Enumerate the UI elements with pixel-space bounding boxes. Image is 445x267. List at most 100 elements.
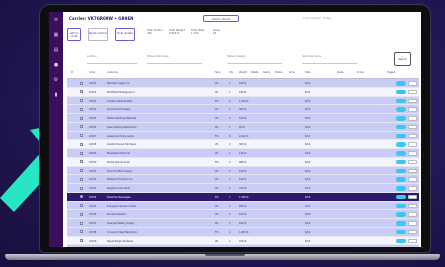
- tagged-toggle[interactable]: [396, 142, 406, 147]
- table-row[interactable]: 10340Oceanview SeafoodLTL1200 lb6/17: [67, 245, 419, 247]
- table-row[interactable]: 10332 Redwood Furniture Co. LTL 3 610 lb 6/15: [67, 175, 419, 184]
- table-row[interactable]: 10326 Apex Medical Distributors LTL 1 95 lb 6…: [67, 122, 419, 132]
- row-checkbox[interactable]: [80, 81, 84, 85]
- table-row[interactable]: 10329 Bluewater Electrical LTL 1 140 lb 6/14: [67, 149, 419, 158]
- column-header[interactable]: Order: [89, 71, 96, 74]
- menu-icon[interactable]: ≡: [49, 16, 63, 25]
- row-action-button[interactable]: [408, 221, 417, 226]
- row-checkbox[interactable]: [80, 169, 84, 173]
- row-checkbox[interactable]: [80, 195, 84, 199]
- row-action-button[interactable]: [408, 151, 417, 156]
- row-checkbox[interactable]: [80, 99, 84, 103]
- search-button[interactable]: ⌕ Search: [394, 52, 411, 66]
- row-action-button[interactable]: [408, 168, 417, 173]
- tagged-toggle[interactable]: [396, 81, 406, 86]
- column-header[interactable]: Qty: [229, 71, 233, 74]
- table-row[interactable]: 10333 Keystone Auto Parts LTL 2 330 lb 6/15: [67, 184, 419, 193]
- row-action-button[interactable]: [408, 229, 417, 235]
- settings-icon[interactable]: ⚙: [49, 76, 63, 85]
- table-row[interactable]: 10323 Cobalt Industrial Parts FTL 6 1,240 lb…: [67, 96, 419, 106]
- column-header[interactable]: Zone: [289, 71, 295, 74]
- row-checkbox[interactable]: [80, 221, 84, 225]
- chart-icon[interactable]: ▮: [49, 91, 63, 100]
- table-row[interactable]: 10338 Ironwood Steel Fabrication FTL 4 1,900…: [67, 227, 419, 237]
- table-row[interactable]: 10328 Granite Tools & Hardware LTL 2 300 lb 6…: [67, 140, 419, 149]
- tagged-toggle[interactable]: [396, 212, 406, 217]
- row-action-button[interactable]: [408, 98, 417, 103]
- row-action-button[interactable]: [408, 89, 417, 95]
- tagged-toggle[interactable]: [396, 177, 406, 182]
- tagged-toggle[interactable]: [396, 151, 406, 156]
- table-row[interactable]: 10324 Sunrise Farm Supply LTL 2 360 lb 6/13: [67, 105, 419, 114]
- column-header[interactable]: Ready: [263, 71, 270, 74]
- tagged-toggle[interactable]: [396, 229, 406, 235]
- column-header[interactable]: #: [71, 71, 73, 74]
- dashboard-icon[interactable]: ▦: [49, 31, 63, 40]
- row-action-button[interactable]: [408, 133, 417, 138]
- table-row[interactable]: 10331 Summit Office Supply LTL 2 220 lb 6/14: [67, 166, 419, 176]
- row-checkbox[interactable]: [80, 134, 84, 138]
- row-checkbox[interactable]: [80, 186, 84, 190]
- column-header[interactable]: Route: [337, 71, 344, 74]
- row-checkbox[interactable]: [80, 204, 84, 208]
- column-header[interactable]: Weight: [239, 71, 247, 74]
- tagged-toggle[interactable]: [396, 98, 406, 103]
- row-action-button[interactable]: [408, 124, 417, 130]
- action-items-button[interactable]: Action Items: [203, 15, 239, 22]
- document-icon[interactable]: ▤: [49, 46, 63, 55]
- row-checkbox[interactable]: [80, 239, 84, 243]
- table-row[interactable]: 10330 Prairie Feed & Grain FTL 5 980 lb 6/14: [67, 157, 419, 167]
- tagged-toggle[interactable]: [396, 107, 406, 112]
- row-action-button[interactable]: [408, 238, 417, 243]
- table-row[interactable]: 10335 Evergreen Garden Center LTL 2 280 lb 6/…: [67, 201, 419, 211]
- tagged-toggle[interactable]: [396, 89, 406, 95]
- route-options-button[interactable]: Route options: [88, 28, 109, 41]
- table-row[interactable]: 10327 Lakeshore Home Goods FTL 8 2,100 lb 6/1…: [67, 131, 419, 141]
- column-header[interactable]: Customer: [107, 71, 118, 74]
- table-row[interactable]: 10322 Northfield Packaging Inc. LTL 1 180 lb…: [67, 87, 419, 97]
- column-header[interactable]: Date: [305, 71, 311, 74]
- column-header[interactable]: Type: [215, 71, 220, 74]
- tagged-toggle[interactable]: [396, 159, 406, 165]
- location-filter[interactable]: Location: [87, 55, 137, 64]
- table-row[interactable]: 10337 Crescent Bakery Supply LTL 2 240 lb 6/1…: [67, 219, 419, 228]
- table-row[interactable]: 10339 Maple Ridge Hardware LTL 2 310 lb 6/16: [67, 236, 419, 246]
- row-checkbox[interactable]: [80, 107, 84, 111]
- tagged-toggle[interactable]: [396, 194, 406, 200]
- customer-name-filter[interactable]: Customer name: [302, 55, 357, 64]
- row-checkbox[interactable]: [80, 151, 84, 155]
- column-header[interactable]: Status: [275, 71, 282, 74]
- row-checkbox[interactable]: [80, 142, 84, 146]
- row-action-button[interactable]: [408, 142, 417, 147]
- row-checkbox[interactable]: [80, 230, 84, 234]
- delivery-region-filter[interactable]: Delivery Region: [227, 55, 282, 64]
- table-row[interactable]: 10321 Meridian Supply Co. LTL 2 420 lb 6/12: [67, 79, 419, 88]
- row-checkbox[interactable]: [80, 212, 84, 216]
- add-to-route-button[interactable]: Add to route: [67, 28, 81, 41]
- row-action-button[interactable]: [408, 186, 417, 191]
- pickup-date-filter[interactable]: Pickup date range: [147, 55, 202, 64]
- tagged-toggle[interactable]: [396, 124, 406, 130]
- row-action-button[interactable]: [408, 81, 417, 86]
- row-action-button[interactable]: [408, 177, 417, 182]
- table-row[interactable]: 10334 Silverline Beverages FTL 7 1,760 lb 6/1…: [67, 192, 419, 202]
- tagged-toggle[interactable]: [396, 221, 406, 226]
- row-checkbox[interactable]: [80, 125, 84, 129]
- bulk-update-button[interactable]: Bulk update: [115, 28, 136, 41]
- row-action-button[interactable]: [408, 159, 417, 165]
- row-checkbox[interactable]: [80, 116, 84, 120]
- row-action-button[interactable]: [408, 116, 417, 121]
- table-row[interactable]: 10325 Harbor Building Materials LTL 3 510 lb…: [67, 114, 419, 123]
- column-header[interactable]: Tagged: [387, 71, 395, 74]
- row-action-button[interactable]: [408, 107, 417, 112]
- tagged-toggle[interactable]: [396, 186, 406, 191]
- tagged-toggle[interactable]: [396, 116, 406, 121]
- tagged-toggle[interactable]: [396, 203, 406, 208]
- tagged-toggle[interactable]: [396, 133, 406, 138]
- row-checkbox[interactable]: [80, 90, 84, 94]
- row-checkbox[interactable]: [80, 160, 84, 164]
- row-action-button[interactable]: [408, 212, 417, 217]
- row-checkbox[interactable]: [80, 177, 84, 181]
- row-action-button[interactable]: [408, 203, 417, 208]
- tagged-toggle[interactable]: [396, 168, 406, 173]
